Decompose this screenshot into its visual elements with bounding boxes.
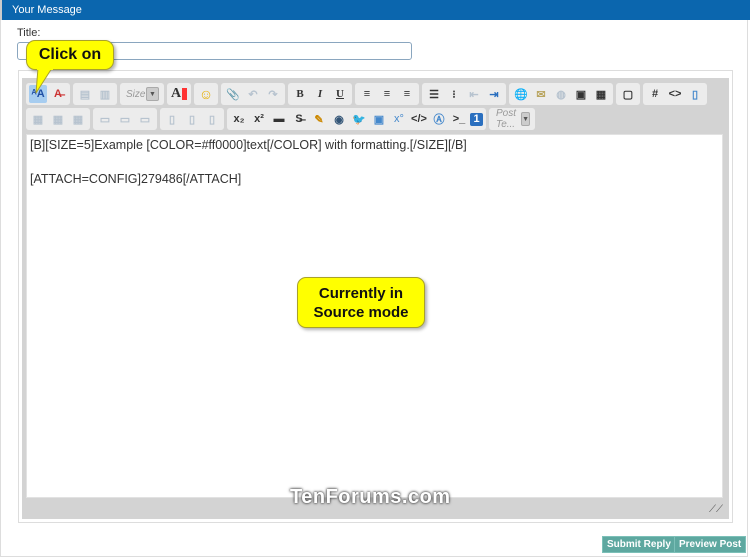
- post-template-select[interactable]: Post Te... ▼: [493, 108, 532, 130]
- redo-icon[interactable]: ↷: [264, 85, 282, 103]
- callout-pointer: [35, 67, 53, 94]
- submit-reply-button[interactable]: Submit Reply: [602, 536, 676, 553]
- paste-text-icon[interactable]: ▤: [76, 85, 94, 103]
- bold-icon[interactable]: B: [291, 85, 309, 103]
- hr-icon[interactable]: ▬: [270, 110, 288, 128]
- undo-icon[interactable]: ↶: [244, 85, 262, 103]
- code-tag-icon[interactable]: </>: [410, 110, 428, 128]
- html-code-icon[interactable]: <>: [666, 85, 684, 103]
- code-hash-icon[interactable]: #: [646, 85, 664, 103]
- row-insert-icon[interactable]: ▭: [96, 110, 114, 128]
- paste-word-icon[interactable]: ▥: [96, 85, 114, 103]
- superscript-icon[interactable]: x²: [250, 110, 268, 128]
- title-label: Title:: [17, 27, 41, 39]
- row-delete-icon[interactable]: ▭: [136, 110, 154, 128]
- outdent-icon[interactable]: ⇤: [465, 85, 483, 103]
- ordered-list-icon[interactable]: ☰: [425, 85, 443, 103]
- strikethrough-icon[interactable]: S̶: [290, 110, 308, 128]
- textbox-icon[interactable]: Ⓐ: [430, 110, 448, 128]
- number-icon[interactable]: 1: [470, 112, 483, 126]
- cmd-icon[interactable]: >_: [450, 110, 468, 128]
- row-add-icon[interactable]: ▭: [116, 110, 134, 128]
- underline-icon[interactable]: U: [331, 85, 349, 103]
- php-icon[interactable]: ▯: [686, 85, 704, 103]
- align-right-icon[interactable]: ≡: [398, 85, 416, 103]
- table-delete-icon[interactable]: ▦: [69, 110, 87, 128]
- smiley-icon[interactable]: ☺: [197, 85, 215, 103]
- table-props-icon[interactable]: ▦: [49, 110, 67, 128]
- align-center-icon[interactable]: ≡: [378, 85, 396, 103]
- callout-source-mode: Currently in Source mode: [297, 277, 425, 328]
- post-template-label: Post Te...: [496, 108, 517, 130]
- italic-icon[interactable]: I: [311, 85, 329, 103]
- email-icon[interactable]: ✉: [532, 85, 550, 103]
- resize-handle-icon[interactable]: ⟋⟋: [709, 504, 723, 515]
- subscript-icon[interactable]: x₂: [230, 110, 248, 128]
- size-select-label: Size: [126, 88, 146, 100]
- align-left-icon[interactable]: ≡: [358, 85, 376, 103]
- spoiler-icon[interactable]: ◉: [330, 110, 348, 128]
- table-icon[interactable]: ▦: [29, 110, 47, 128]
- watermark: TenForums.com: [290, 486, 451, 508]
- indent-icon[interactable]: ⇥: [485, 85, 503, 103]
- preview-post-button[interactable]: Preview Post: [674, 536, 747, 553]
- quote-icon[interactable]: ▢: [619, 85, 637, 103]
- col-insert-icon[interactable]: ▯: [163, 110, 181, 128]
- unordered-list-icon[interactable]: ⁝: [445, 85, 463, 103]
- link-icon[interactable]: 🌐: [512, 85, 530, 103]
- attach-icon[interactable]: 📎: [224, 85, 242, 103]
- degree-icon[interactable]: x°: [390, 110, 408, 128]
- image-alert-icon[interactable]: ▣: [370, 110, 388, 128]
- twitter-icon[interactable]: 🐦: [350, 110, 368, 128]
- toolbar-row-1: ᴬA A̶ ▤ ▥ Size ▼ A ☺ 📎 ↶ ↷ BIU ≡ ≡ ≡ ☰ ⁝ ⇤ ⇥ 🌐 ✉ ◍ ▣ ▦…: [26, 83, 707, 105]
- font-color-icon[interactable]: A: [170, 85, 188, 103]
- col-add-icon[interactable]: ▯: [183, 110, 201, 128]
- image-icon[interactable]: ▣: [572, 85, 590, 103]
- callout-click-on: Click on: [26, 40, 114, 70]
- section-header: Your Message: [0, 0, 750, 20]
- pencil-icon[interactable]: ✎: [310, 110, 328, 128]
- video-icon[interactable]: ▦: [592, 85, 610, 103]
- chevron-down-icon: ▼: [521, 112, 530, 126]
- callout-click-text: Click on: [38, 46, 102, 63]
- toolbar-row-2: ▦ ▦ ▦ ▭ ▭ ▭ ▯ ▯ ▯ x₂ x² ▬ S̶ ✎ ◉ 🐦 ▣ x° </> Ⓐ >_ 1 Post Te…: [26, 108, 535, 130]
- chevron-down-icon: ▼: [146, 87, 159, 101]
- size-select[interactable]: Size ▼: [123, 85, 161, 103]
- unlink-icon[interactable]: ◍: [552, 85, 570, 103]
- col-delete-icon[interactable]: ▯: [203, 110, 221, 128]
